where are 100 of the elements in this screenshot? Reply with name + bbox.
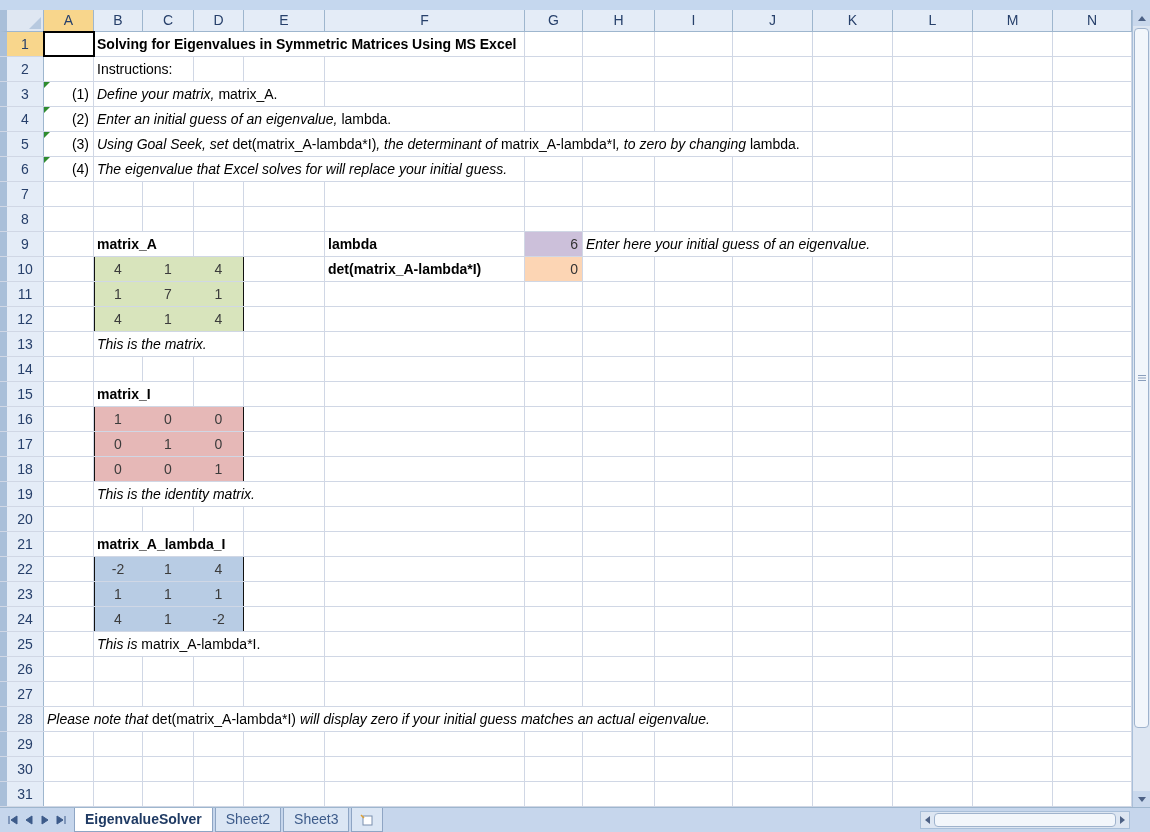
row-header[interactable]: 4 [0,107,44,131]
error-indicator-icon[interactable] [44,132,50,138]
scroll-thumb[interactable] [934,813,1116,827]
matrix-cell[interactable]: 1 [143,432,194,456]
matrix-cell[interactable]: 0 [94,432,143,456]
matrix-cell[interactable]: 4 [194,557,244,581]
matrix-cell[interactable]: -2 [94,557,143,581]
scroll-thumb[interactable] [1134,28,1149,728]
cell-text: (1) [71,84,89,104]
matrix-cell[interactable]: 0 [194,432,244,456]
row-header[interactable]: 6 [0,157,44,181]
error-indicator-icon[interactable] [44,107,50,113]
row-header[interactable]: 16 [0,407,44,431]
matrix-cell[interactable]: 4 [94,607,143,631]
row-header[interactable]: 29 [0,732,44,756]
cell-text: (2) [71,109,89,129]
column-header[interactable]: F [325,10,525,32]
row-header[interactable]: 21 [0,532,44,556]
row-header[interactable]: 8 [0,207,44,231]
selected-cell[interactable] [44,32,94,56]
column-header[interactable]: M [973,10,1053,32]
matrix-cell[interactable]: 4 [94,307,143,331]
matrix-cell[interactable]: 1 [194,582,244,606]
matrix-cell[interactable]: 1 [194,457,244,481]
previous-sheet-icon[interactable] [24,815,34,825]
row-header[interactable]: 2 [0,57,44,81]
row-header[interactable]: 10 [0,257,44,281]
column-header[interactable]: K [813,10,893,32]
matrix-cell[interactable]: 1 [143,557,194,581]
sheet-tab[interactable]: EigenvalueSolver [74,808,213,832]
matrix-cell[interactable]: 1 [194,282,244,306]
column-header[interactable]: N [1053,10,1132,32]
horizontal-scrollbar[interactable] [920,811,1130,829]
error-indicator-icon[interactable] [44,82,50,88]
matrix-cell[interactable]: 0 [143,407,194,431]
arrow-left-icon [925,816,930,824]
column-header[interactable]: B [94,10,143,32]
column-header[interactable]: D [194,10,244,32]
matrix-cell[interactable]: 4 [94,257,143,281]
row-header[interactable]: 7 [0,182,44,206]
sheet-tab[interactable]: Sheet3 [283,808,350,832]
column-header[interactable]: L [893,10,973,32]
matrix-cell[interactable]: 0 [143,457,194,481]
row-header[interactable]: 20 [0,507,44,531]
vertical-scrollbar[interactable] [1132,10,1150,807]
row-header[interactable]: 15 [0,382,44,406]
row-header[interactable]: 28 [0,707,44,731]
row-header[interactable]: 26 [0,657,44,681]
row-header[interactable]: 27 [0,682,44,706]
row-header[interactable]: 22 [0,557,44,581]
corner-triangle-icon [29,17,41,29]
row-header[interactable]: 13 [0,332,44,356]
row-header[interactable]: 11 [0,282,44,306]
matrix-cell[interactable]: 7 [143,282,194,306]
row-header[interactable]: 25 [0,632,44,656]
column-header[interactable]: A [44,10,94,32]
row-header[interactable]: 23 [0,582,44,606]
column-header[interactable]: J [733,10,813,32]
error-indicator-icon[interactable] [44,157,50,163]
row-header[interactable]: 5 [0,132,44,156]
arrow-up-icon [1137,15,1146,21]
grip-icon [1137,375,1146,381]
row-header[interactable]: 18 [0,457,44,481]
column-header[interactable]: H [583,10,655,32]
row-header[interactable]: 14 [0,357,44,381]
row-header[interactable]: 30 [0,757,44,781]
row-header[interactable]: 19 [0,482,44,506]
cell-text: matrix_A [94,232,160,256]
matrix-cell[interactable]: 1 [143,257,194,281]
matrix-cell[interactable]: 1 [94,282,143,306]
first-sheet-icon[interactable] [8,815,18,825]
insert-sheet-button[interactable] [351,808,384,832]
matrix-cell[interactable]: 4 [194,307,244,331]
matrix-cell[interactable]: 1 [94,407,143,431]
column-header[interactable]: I [655,10,733,32]
matrix-cell[interactable]: 1 [143,582,194,606]
matrix-cell[interactable]: 0 [94,457,143,481]
scroll-down-button[interactable] [1133,791,1150,807]
scroll-up-button[interactable] [1133,10,1150,26]
matrix-cell[interactable]: 4 [194,257,244,281]
row-header[interactable]: 3 [0,82,44,106]
column-header[interactable]: E [244,10,325,32]
row-header[interactable]: 17 [0,432,44,456]
table-cell[interactable]: 6 [525,232,583,256]
column-header[interactable]: C [143,10,194,32]
matrix-cell[interactable]: 1 [94,582,143,606]
row-header[interactable]: 24 [0,607,44,631]
matrix-cell[interactable]: 1 [143,307,194,331]
matrix-cell[interactable]: -2 [194,607,244,631]
column-header[interactable]: G [525,10,583,32]
table-cell[interactable]: 0 [525,257,583,281]
next-sheet-icon[interactable] [40,815,50,825]
matrix-cell[interactable]: 0 [194,407,244,431]
row-header[interactable]: 31 [0,782,44,806]
matrix-cell[interactable]: 1 [143,607,194,631]
row-header[interactable]: 9 [0,232,44,256]
sheet-tab[interactable]: Sheet2 [214,808,282,832]
row-header[interactable]: 12 [0,307,44,331]
last-sheet-icon[interactable] [56,815,66,825]
row-header[interactable]: 1 [0,32,44,56]
